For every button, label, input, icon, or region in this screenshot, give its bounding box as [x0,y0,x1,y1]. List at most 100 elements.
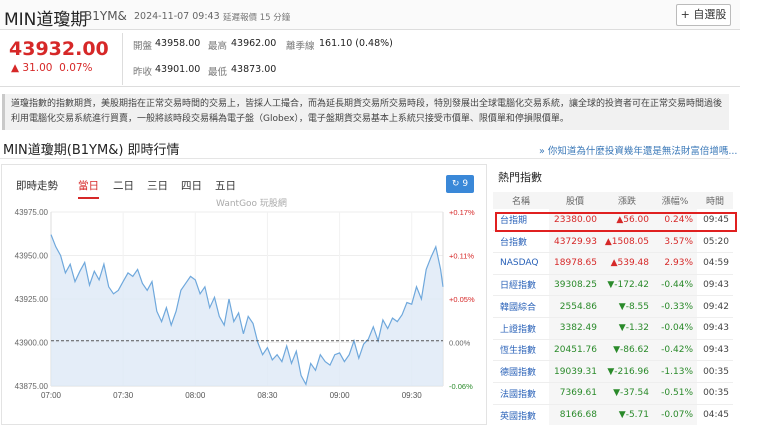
index-name-link[interactable]: 德國指數 [493,360,549,383]
index-price: 3382.49 [549,317,601,340]
index-change: ▼-5.71 [601,404,653,425]
index-time: 04:59 [697,252,733,275]
index-change: ▲56.00 [601,209,653,232]
y-tick-label: 43900.00 [15,339,49,348]
index-name-link[interactable]: 法國指數 [493,382,549,405]
hot-indices-table: 名稱 股價 漲跌 漲幅% 時間 台指期 23380.00 ▲56.00 0.24% 09… [493,192,733,425]
hot-indices-title: 熱門指數 [498,171,542,184]
low-value: 43873.00 [231,64,277,75]
index-change-percent: -1.13% [653,360,697,383]
index-price: 19039.31 [549,360,601,383]
hot-indices-panel: 熱門指數 名稱 股價 漲跌 漲幅% 時間 台指期 23380.00 ▲56.00 0.… [493,164,739,425]
index-change: ▼-37.54 [601,382,653,405]
divider [0,158,730,159]
y-tick-label: 43975.00 [15,208,49,217]
index-price: 43729.93 [549,230,601,253]
index-change-percent: -0.33% [653,295,697,318]
index-time: 09:45 [697,209,733,232]
y2-tick-label: -0.06% [449,382,473,391]
quote-datetime: 2024-11-07 09:43 [134,11,220,22]
col-header-price: 股價 [549,192,601,209]
table-header-row: 名稱 股價 漲跌 漲幅% 時間 [493,192,733,209]
change-value: 31.00 [22,62,53,74]
col-header-change: 漲跌 [601,192,653,209]
index-name-link[interactable]: 韓國綜合 [493,295,549,318]
index-change: ▲1508.05 [601,230,653,253]
instrument-description: 道瓊指數的指數期貨，美股期指在正常交易時間的交易上，皆採人工撮合，而為延長期貨交… [2,94,729,130]
prev-close-label: 昨收 [133,67,153,78]
index-time: 09:43 [697,339,733,362]
table-row[interactable]: 台指期 23380.00 ▲56.00 0.24% 09:45 [493,209,733,232]
table-row[interactable]: 日經指數 39308.25 ▼-172.42 -0.44% 09:43 [493,274,733,297]
index-name-link[interactable]: 英國指數 [493,404,549,425]
index-time: 09:42 [697,295,733,318]
y2-tick-label: +0.11% [449,252,474,261]
index-change-percent: -0.42% [653,339,697,362]
y-tick-label: 43875.00 [15,382,49,391]
open-label: 開盤 [133,41,153,52]
promo-link[interactable]: » 你知道為什麼投資幾年還是無法財富倍增嗎... [539,143,737,157]
add-watchlist-button[interactable]: + 自選股 [676,4,731,26]
index-change-percent: 0.24% [653,209,697,232]
delay-notice: 延遲報價 15 分鐘 [223,13,291,23]
table-row[interactable]: 台指數 43729.93 ▲1508.05 3.57% 05:20 [493,230,733,253]
index-name-link[interactable]: 台指期 [493,209,549,232]
table-row[interactable]: 恆生指數 20451.76 ▼-86.62 -0.42% 09:43 [493,339,733,362]
index-change: ▼-1.32 [601,317,653,340]
index-change-percent: -0.51% [653,382,697,405]
index-name-link[interactable]: 日經指數 [493,274,549,297]
index-name-link[interactable]: 恆生指數 [493,339,549,362]
x-tick-label: 08:30 [257,391,278,400]
x-tick-label: 07:30 [113,391,134,400]
index-change-percent: 2.93% [653,252,697,275]
section-title: MIN道瓊期(B1YM&) 即時行情 [3,143,180,158]
index-price: 20451.76 [549,339,601,362]
table-row[interactable]: NASDAQ 18978.65 ▲539.48 2.93% 04:59 [493,252,733,275]
index-name-link[interactable]: 上證指數 [493,317,549,340]
table-row[interactable]: 韓國綜合 2554.86 ▼-8.55 -0.33% 09:42 [493,295,733,318]
col-header-name: 名稱 [493,192,549,209]
index-name-link[interactable]: NASDAQ [493,252,549,275]
instrument-name: MIN道瓊期 [4,10,88,30]
table-row[interactable]: 法國指數 7369.61 ▼-37.54 -0.51% 00:35 [493,382,733,405]
index-price: 2554.86 [549,295,601,318]
high-label: 最高 [208,41,228,52]
y2-tick-label: +0.17% [449,208,475,217]
y2-tick-label: 0.00% [449,339,471,348]
index-change: ▼-86.62 [601,339,653,362]
col-header-time: 時間 [697,192,733,209]
index-change-percent: -0.44% [653,274,697,297]
index-change: ▼-172.42 [601,274,653,297]
x-tick-label: 09:30 [402,391,423,400]
prev-close-value: 43901.00 [155,64,201,75]
index-price: 8166.68 [549,404,601,425]
change-percent: 0.07% [59,62,93,74]
quote-summary: 43932.00 ▲ 31.00 0.07% 開盤 43958.00 最高 43… [0,31,740,87]
page-header: MIN道瓊期 B1YM& 2024-11-07 09:43 延遲報價 15 分鐘… [0,0,740,30]
table-row[interactable]: 上證指數 3382.49 ▼-1.32 -0.04% 09:43 [493,317,733,340]
index-time: 09:43 [697,274,733,297]
index-name-link[interactable]: 台指數 [493,230,549,253]
index-change-percent: -0.04% [653,317,697,340]
index-time: 04:45 [697,404,733,425]
table-row[interactable]: 英國指數 8166.68 ▼-5.71 -0.07% 04:45 [493,404,733,425]
x-tick-label: 09:00 [330,391,351,400]
watermark: WantGoo 玩股網 [216,199,287,209]
low-label: 最低 [208,67,228,78]
up-arrow-icon: ▲ [11,62,20,74]
x-tick-label: 08:00 [185,391,206,400]
last-price: 43932.00 [9,38,109,60]
y2-tick-label: +0.05% [449,295,475,304]
index-change-percent: 3.57% [653,230,697,253]
index-change: ▲539.48 [601,252,653,275]
index-time: 05:20 [697,230,733,253]
x-tick-label: 07:00 [41,391,62,400]
y-tick-label: 43950.00 [15,252,49,261]
price-change: ▲ 31.00 0.07% [11,62,93,74]
high-value: 43962.00 [231,38,277,49]
open-value: 43958.00 [155,38,201,49]
index-change: ▼-216.96 [601,360,653,383]
col-header-percent: 漲幅% [653,192,697,209]
table-row[interactable]: 德國指數 19039.31 ▼-216.96 -1.13% 00:35 [493,360,733,383]
index-price: 7369.61 [549,382,601,405]
